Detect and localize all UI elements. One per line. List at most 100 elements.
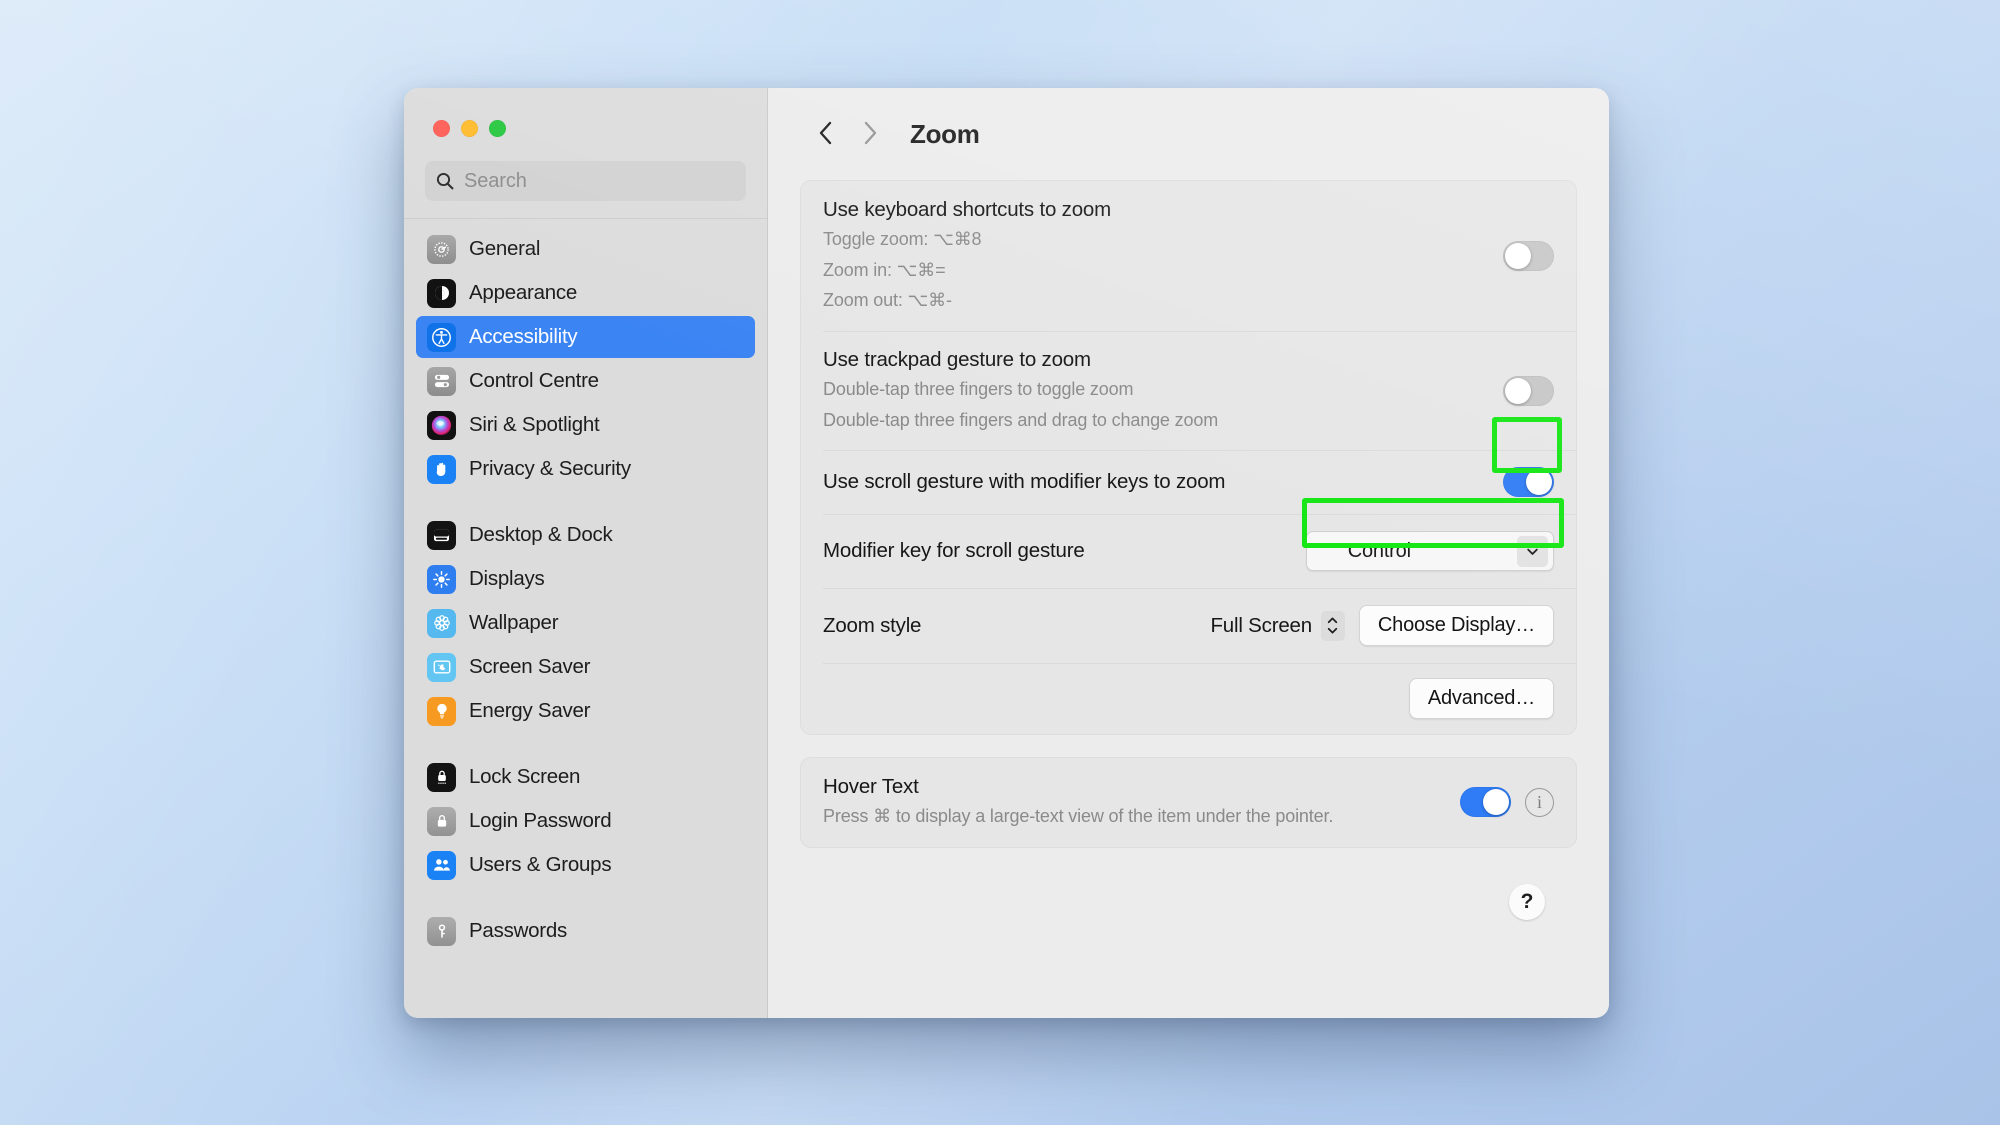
sidebar-item-accessibility[interactable]: Accessibility — [416, 316, 755, 358]
row-trackpad-gesture: Use trackpad gesture to zoom Double-tap … — [801, 330, 1576, 450]
minimize-button[interactable] — [461, 120, 478, 137]
toolbar: Zoom — [768, 88, 1609, 180]
sidebar-item-siri-spotlight[interactable]: Siri & Spotlight — [416, 404, 755, 446]
hover-text-subtitle: Press ⌘ to display a large-text view of … — [823, 806, 1334, 827]
up-down-chevrons-icon[interactable] — [1320, 610, 1345, 641]
system-settings-window: General Appearance — [404, 88, 1609, 1018]
sidebar-item-login-password[interactable]: Login Password — [416, 800, 755, 842]
row-title: Modifier key for scroll gesture — [823, 539, 1085, 563]
window-controls — [404, 88, 767, 154]
sidebar-item-label: Wallpaper — [469, 611, 559, 634]
modifier-key-dropdown[interactable]: ⌃ Control — [1306, 531, 1554, 572]
choose-display-button[interactable]: Choose Display… — [1358, 605, 1554, 647]
main-panel: Zoom Use keyboard shortcuts to zoom Togg… — [768, 88, 1609, 1018]
sidebar-item-displays[interactable]: Displays — [416, 558, 755, 600]
settings-content: Use keyboard shortcuts to zoom Toggle zo… — [768, 180, 1609, 920]
sidebar-item-lock-screen[interactable]: Lock Screen — [416, 756, 755, 798]
row-modifier-key: Modifier key for scroll gesture ⌃ Contro… — [801, 514, 1576, 588]
row-title: Use trackpad gesture to zoom — [823, 347, 1091, 371]
sidebar-item-wallpaper[interactable]: Wallpaper — [416, 602, 755, 644]
sidebar-item-label: Accessibility — [469, 325, 578, 348]
sidebar-item-users-groups[interactable]: Users & Groups — [416, 844, 755, 886]
sidebar-item-privacy-security[interactable]: Privacy & Security — [416, 448, 755, 490]
users-groups-icon — [427, 850, 456, 880]
sidebar-item-label: Siri & Spotlight — [469, 413, 600, 436]
toggle-knob — [1526, 469, 1552, 496]
scroll-gesture-toggle[interactable] — [1503, 467, 1554, 498]
sidebar-group-2: Desktop & Dock Displays Wallpaper Screen… — [404, 514, 767, 732]
back-button[interactable] — [804, 112, 848, 156]
help-icon[interactable]: ? — [1509, 883, 1545, 920]
search-input[interactable] — [464, 169, 736, 193]
chevron-left-icon — [815, 118, 837, 151]
sidebar-item-label: Displays — [469, 567, 545, 590]
sidebar-item-label: Login Password — [469, 809, 612, 832]
chevron-down-icon[interactable] — [1517, 535, 1548, 567]
sidebar-item-label: Users & Groups — [469, 853, 612, 876]
page-title: Zoom — [910, 118, 980, 149]
sidebar-item-label: Control Centre — [469, 369, 599, 392]
row-scroll-gesture: Use scroll gesture with modifier keys to… — [801, 450, 1576, 514]
row-advanced: Advanced… — [801, 663, 1576, 734]
sidebar-group-1: General Appearance Accessibility Control… — [404, 228, 767, 490]
hover-text-title: Hover Text — [823, 775, 919, 799]
help-container: ? — [800, 870, 1577, 920]
row-hover-text: Hover Text Press ⌘ to display a large-te… — [801, 758, 1576, 847]
row-title: Zoom style — [823, 613, 922, 637]
row-zoom-style: Zoom style Full Screen Choose Display… — [801, 588, 1576, 663]
sidebar-item-label: Screen Saver — [469, 655, 591, 678]
sidebar-item-general[interactable]: General — [416, 228, 755, 270]
search-container — [404, 154, 767, 218]
trackpad-gesture-toggle[interactable] — [1503, 375, 1554, 406]
zoom-button[interactable] — [489, 120, 506, 137]
search-box[interactable] — [425, 161, 746, 201]
sidebar-item-control-centre[interactable]: Control Centre — [416, 360, 755, 402]
sidebar-group-4: Passwords — [404, 910, 767, 952]
advanced-button[interactable]: Advanced… — [1408, 678, 1554, 720]
zoom-style-value: Full Screen — [1210, 613, 1312, 637]
sidebar-group-3: Lock Screen Login Password Users & Group… — [404, 756, 767, 886]
desktop-dock-icon — [427, 520, 456, 550]
trackpad-line-2: Double-tap three fingers and drag to cha… — [823, 409, 1219, 430]
info-circle-icon[interactable]: i — [1525, 787, 1554, 817]
displays-icon — [427, 564, 456, 594]
energy-saver-icon — [427, 696, 456, 726]
zoom-style-select[interactable]: Full Screen — [1210, 610, 1345, 641]
sidebar-item-label: Energy Saver — [469, 699, 591, 722]
row-keyboard-shortcuts: Use keyboard shortcuts to zoom Toggle zo… — [801, 181, 1576, 331]
sidebar-item-desktop-dock[interactable]: Desktop & Dock — [416, 514, 755, 556]
forward-button[interactable] — [848, 112, 892, 156]
desktop-background: General Appearance — [0, 0, 2000, 1125]
sidebar-item-passwords[interactable]: Passwords — [416, 910, 755, 952]
row-title: Use scroll gesture with modifier keys to… — [823, 470, 1226, 494]
zoom-settings-card: Use keyboard shortcuts to zoom Toggle zo… — [800, 180, 1577, 736]
shortcut-toggle-zoom: Toggle zoom: ⌥⌘8 — [823, 229, 982, 249]
sidebar-list: General Appearance Accessibility Control… — [404, 219, 767, 1018]
trackpad-line-1: Double-tap three fingers to toggle zoom — [823, 378, 1134, 399]
sidebar: General Appearance — [404, 88, 768, 1018]
control-symbol: ⌃ — [1323, 540, 1339, 562]
close-button[interactable] — [433, 120, 450, 137]
login-password-icon — [427, 806, 456, 836]
lock-screen-icon — [427, 762, 456, 792]
sidebar-item-label: Desktop & Dock — [469, 523, 613, 546]
screen-saver-icon — [427, 652, 456, 682]
toggle-knob — [1505, 377, 1531, 404]
hover-text-card: Hover Text Press ⌘ to display a large-te… — [800, 757, 1577, 848]
control-centre-icon — [427, 366, 456, 396]
modifier-key-value-group: ⌃ Control — [1323, 540, 1411, 563]
privacy-hand-icon — [427, 454, 456, 484]
sidebar-item-screen-saver[interactable]: Screen Saver — [416, 646, 755, 688]
toggle-knob — [1505, 242, 1531, 269]
chevron-right-icon — [859, 118, 881, 151]
sidebar-item-label: General — [469, 237, 541, 260]
hover-text-toggle[interactable] — [1460, 787, 1511, 818]
sidebar-item-energy-saver[interactable]: Energy Saver — [416, 690, 755, 732]
sidebar-item-label: Privacy & Security — [469, 457, 631, 480]
appearance-icon — [427, 278, 456, 308]
row-title: Use keyboard shortcuts to zoom — [823, 198, 1111, 221]
keyboard-shortcuts-toggle[interactable] — [1503, 240, 1554, 271]
sidebar-item-appearance[interactable]: Appearance — [416, 272, 755, 314]
